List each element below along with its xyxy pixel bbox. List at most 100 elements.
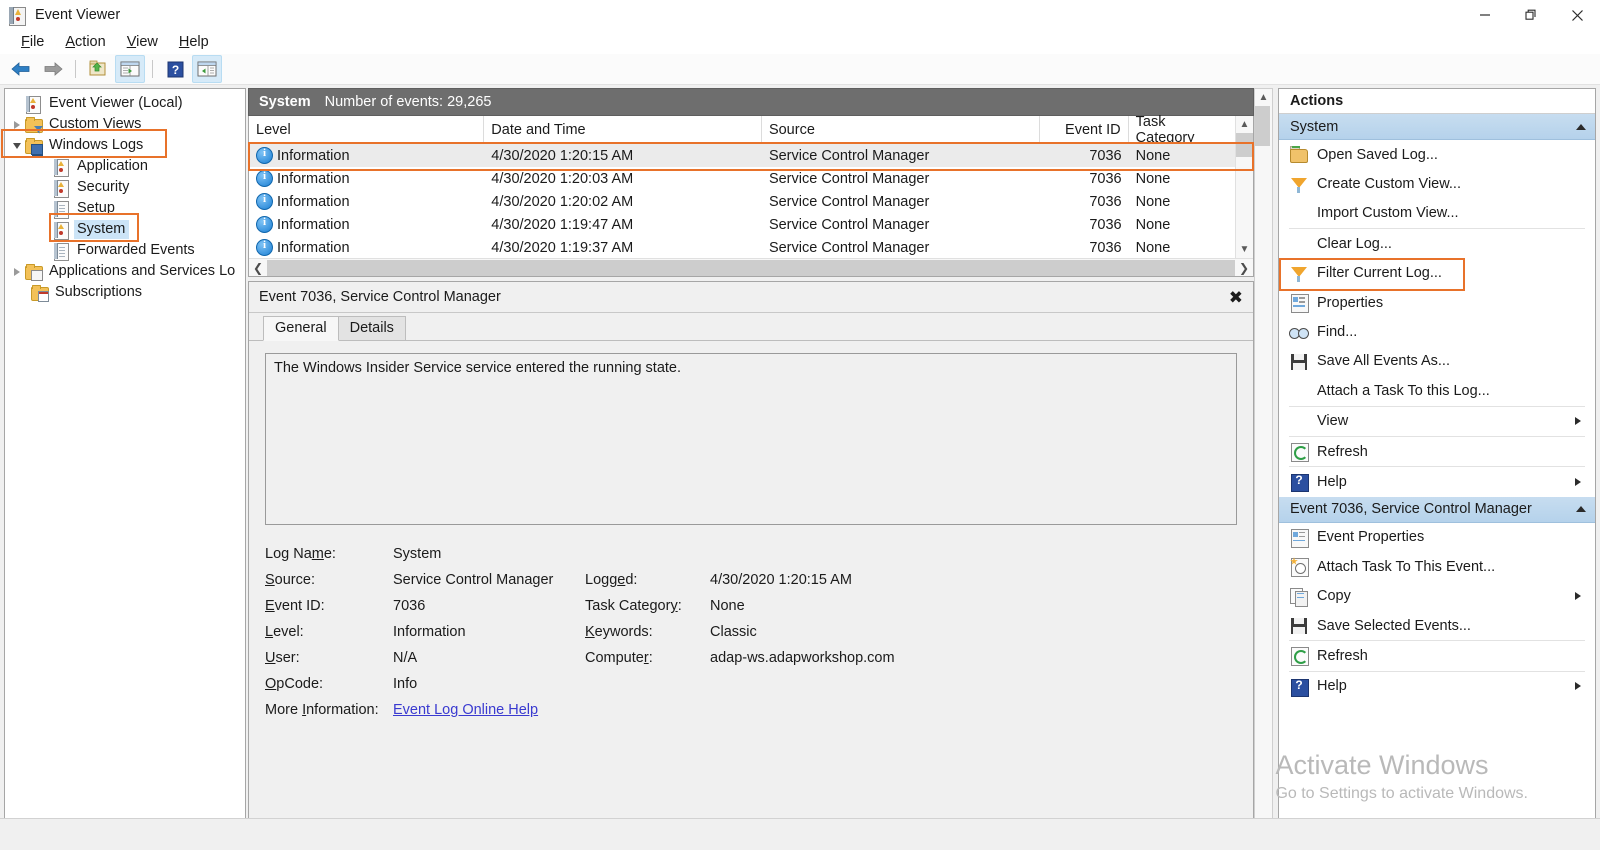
scroll-down-icon[interactable]: ▼ (1236, 241, 1253, 258)
svg-text:?: ? (171, 63, 178, 77)
column-header-date-and-time[interactable]: Date and Time (484, 116, 762, 143)
chevron-down-icon[interactable] (9, 135, 25, 156)
scroll-thumb[interactable] (1236, 133, 1253, 157)
action-label: Event Properties (1317, 529, 1425, 546)
tree-item-windows-logs[interactable]: Windows Logs (5, 135, 245, 156)
tab-details[interactable]: Details (337, 316, 406, 340)
chevron-right-icon[interactable] (9, 114, 25, 135)
table-row[interactable]: Information 4/30/2020 1:20:15 AM Service… (249, 144, 1235, 167)
center-pane: System Number of events: 29,265 Level Da… (248, 88, 1254, 841)
scroll-thumb[interactable] (1255, 106, 1270, 146)
scroll-right-icon[interactable]: ❯ (1235, 259, 1253, 276)
column-header-source[interactable]: Source (762, 116, 1040, 143)
show-hide-console-tree-icon[interactable] (83, 55, 113, 83)
close-icon[interactable]: ✖ (1229, 289, 1243, 306)
table-row[interactable]: Information 4/30/2020 1:19:37 AM Service… (249, 236, 1235, 258)
action-help-event[interactable]: ? Help (1279, 672, 1595, 701)
action-save-selected-events[interactable]: Save Selected Events... (1279, 611, 1595, 640)
event-log-icon (53, 158, 70, 177)
action-label: Open Saved Log... (1317, 146, 1438, 163)
back-icon[interactable] (6, 55, 36, 83)
field-row-more-information: More Information: Event Log Online Help (265, 697, 1237, 723)
collapse-caret-icon[interactable] (1576, 506, 1586, 513)
event-list-horizontal-scrollbar[interactable]: ❮ ❯ (249, 258, 1253, 276)
action-label: Clear Log... (1317, 235, 1392, 252)
forward-icon[interactable] (38, 55, 68, 83)
menu-help[interactable]: Help (170, 32, 218, 52)
scroll-thumb[interactable] (267, 259, 1235, 276)
action-save-all-events-as[interactable]: Save All Events As... (1279, 347, 1595, 376)
action-attach-a-task-to-this-log[interactable]: Attach a Task To this Log... (1279, 376, 1595, 405)
action-copy[interactable]: Copy (1279, 581, 1595, 610)
action-attach-task-to-this-event[interactable]: Attach Task To This Event... (1279, 552, 1595, 581)
action-label: Find... (1317, 324, 1358, 341)
action-refresh-event[interactable]: Refresh (1279, 641, 1595, 670)
show-hide-action-pane-icon[interactable] (115, 55, 145, 83)
window-controls (1462, 0, 1600, 30)
action-help[interactable]: ? Help (1279, 467, 1595, 496)
action-import-custom-view[interactable]: Import Custom View... (1279, 199, 1595, 228)
action-properties[interactable]: Properties (1279, 288, 1595, 317)
level-value: Information (393, 624, 466, 640)
center-pane-vertical-scrollbar[interactable]: ▲ ▼ (1254, 88, 1273, 841)
collapse-caret-icon[interactable] (1576, 123, 1586, 130)
user-label: User: (265, 650, 300, 666)
event-log-online-help-link[interactable]: Event Log Online Help (393, 702, 538, 718)
table-row[interactable]: Information 4/30/2020 1:20:03 AM Service… (249, 167, 1235, 190)
action-refresh[interactable]: Refresh (1279, 437, 1595, 466)
tree-item-event-viewer-local[interactable]: Event Viewer (Local) (5, 93, 245, 114)
table-row[interactable]: Information 4/30/2020 1:19:47 AM Service… (249, 213, 1235, 236)
menu-file[interactable]: File (12, 32, 53, 52)
action-open-saved-log[interactable]: Open Saved Log... (1279, 140, 1595, 169)
scroll-up-icon[interactable]: ▲ (1236, 116, 1253, 133)
tree-item-label: Windows Logs (49, 137, 144, 153)
column-header-task-category[interactable]: Task Category (1129, 114, 1235, 146)
event-list-vertical-scrollbar[interactable]: ▲ ▼ (1235, 116, 1253, 258)
close-button[interactable] (1554, 0, 1600, 30)
properties-pane-icon[interactable] (192, 55, 222, 83)
keywords-label: Keywords: (585, 624, 653, 640)
tree-item-setup[interactable]: Setup (5, 198, 245, 219)
save-icon (1288, 616, 1310, 635)
tree-item-applications-and-services-logs[interactable]: Applications and Services Lo (5, 261, 245, 282)
action-create-custom-view[interactable]: Create Custom View... (1279, 169, 1595, 198)
actions-group-system[interactable]: System (1279, 114, 1595, 140)
tree-item-custom-views[interactable]: Custom Views (5, 114, 245, 135)
column-header-level[interactable]: Level (249, 116, 485, 143)
tree-item-application[interactable]: Application (5, 156, 245, 177)
minimize-button[interactable] (1462, 0, 1508, 30)
chevron-right-icon[interactable] (9, 261, 25, 282)
tree-item-security[interactable]: Security (5, 177, 245, 198)
help-icon[interactable]: ? (160, 55, 190, 83)
menu-view[interactable]: View (118, 32, 167, 52)
tree-item-subscriptions[interactable]: Subscriptions (5, 282, 245, 303)
event-viewer-icon (9, 6, 26, 26)
detail-tabs: General Details (249, 313, 1253, 341)
keywords-value: Classic (710, 624, 757, 640)
cell-task-category: None (1135, 239, 1171, 256)
scroll-left-icon[interactable]: ❮ (249, 259, 267, 276)
actions-group-event[interactable]: Event 7036, Service Control Manager (1279, 496, 1595, 523)
cell-level: Information (249, 147, 484, 164)
action-view[interactable]: View (1279, 407, 1595, 436)
opcode-value: Info (393, 676, 418, 692)
cell-source: Service Control Manager (768, 147, 930, 164)
scroll-up-icon[interactable]: ▲ (1255, 89, 1272, 106)
tab-general[interactable]: General (263, 316, 339, 341)
action-find[interactable]: Find... (1279, 317, 1595, 346)
save-icon (1288, 352, 1310, 371)
action-filter-current-log[interactable]: Filter Current Log... (1279, 257, 1595, 291)
action-event-properties[interactable]: Event Properties (1279, 523, 1595, 552)
copy-icon (1288, 587, 1310, 607)
tree-item-forwarded-events[interactable]: Forwarded Events (5, 240, 245, 261)
scroll-track[interactable] (1255, 106, 1272, 823)
menu-action[interactable]: Action (56, 32, 114, 52)
field-row-opcode: OpCode: Info (265, 671, 1237, 697)
restore-button[interactable] (1508, 0, 1554, 30)
tree-item-system[interactable]: System (5, 219, 245, 240)
action-label: Filter Current Log... (1317, 265, 1442, 282)
table-row[interactable]: Information 4/30/2020 1:20:02 AM Service… (249, 190, 1235, 213)
column-header-event-id[interactable]: Event ID (1040, 116, 1129, 143)
action-clear-log[interactable]: Clear Log... (1279, 229, 1595, 258)
scroll-track[interactable] (1236, 133, 1253, 241)
